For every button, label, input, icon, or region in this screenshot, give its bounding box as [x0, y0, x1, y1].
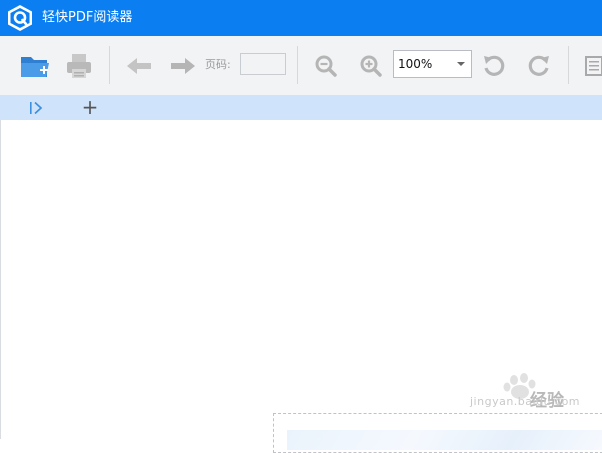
- chevron-down-icon[interactable]: [457, 62, 465, 66]
- toolbar-divider: [297, 46, 298, 84]
- add-tab-button[interactable]: +: [80, 96, 100, 118]
- sidebar-toggle-icon[interactable]: [29, 101, 45, 115]
- zoom-out-icon: [315, 55, 337, 77]
- page-number-input[interactable]: [240, 53, 286, 75]
- app-title: 轻快PDF阅读器: [42, 10, 133, 25]
- zoom-in-icon: [360, 55, 382, 77]
- zoom-level-select[interactable]: 100%: [393, 50, 472, 78]
- drop-zone-banner: [287, 430, 602, 450]
- zoom-level-value: 100%: [398, 57, 433, 71]
- toolbar-divider: [568, 46, 569, 84]
- q-hexagon-logo-icon: [8, 5, 32, 31]
- document-icon: [585, 55, 602, 76]
- open-file-button[interactable]: [16, 36, 54, 95]
- zoom-out-button[interactable]: [311, 36, 341, 95]
- rotate-ccw-icon: [484, 55, 505, 76]
- toolbar: 页码: 100%: [0, 36, 602, 95]
- forward-button[interactable]: [166, 36, 200, 95]
- arrow-right-icon: [171, 57, 195, 74]
- zoom-in-button[interactable]: [356, 36, 386, 95]
- rotate-right-button[interactable]: [524, 36, 554, 95]
- title-bar: 轻快PDF阅读器: [0, 0, 602, 36]
- watermark-url: jingyan.baidu.com: [470, 395, 581, 408]
- print-button[interactable]: [62, 36, 96, 95]
- page-label: 页码:: [205, 58, 231, 71]
- rotate-cw-icon: [528, 55, 549, 76]
- arrow-left-icon: [127, 57, 151, 74]
- folder-open-icon: [21, 56, 49, 77]
- back-button[interactable]: [122, 36, 156, 95]
- document-view-button[interactable]: [584, 36, 602, 95]
- toolbar-divider: [109, 46, 110, 84]
- printer-icon: [67, 53, 91, 78]
- rotate-left-button[interactable]: [479, 36, 509, 95]
